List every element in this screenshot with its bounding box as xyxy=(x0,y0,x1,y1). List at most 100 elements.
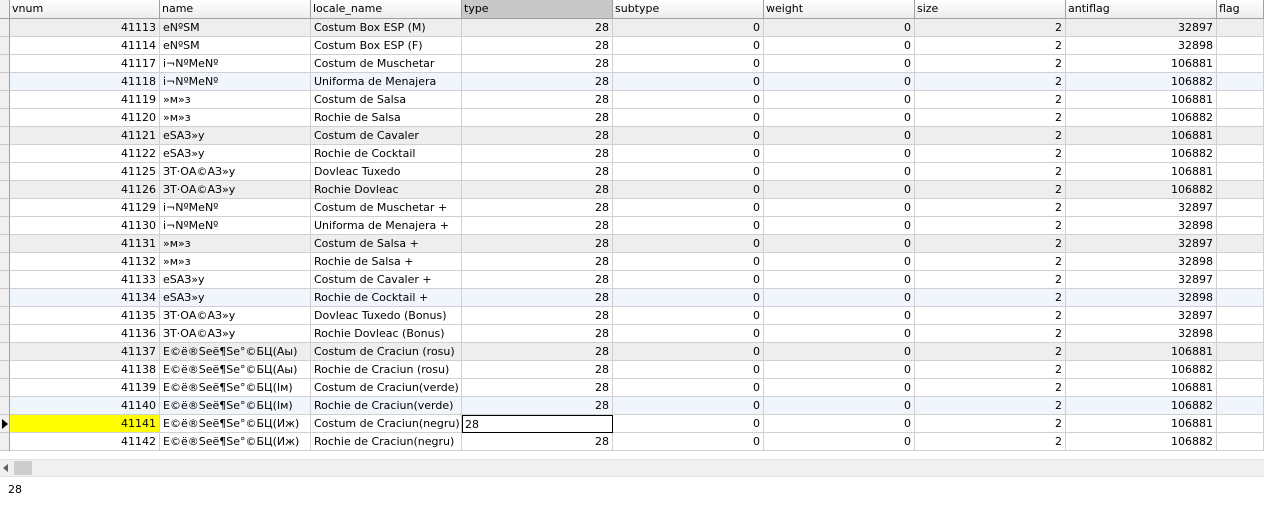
cell-subtype[interactable]: 0 xyxy=(613,289,764,307)
cell-name[interactable]: »м»з xyxy=(160,91,311,109)
cell-type[interactable]: 28 xyxy=(462,145,613,163)
cell-size[interactable]: 2 xyxy=(915,289,1066,307)
cell-subtype[interactable]: 0 xyxy=(613,19,764,37)
cell-name[interactable]: Е©ё®Sеё¶Sе°©БЦ(Ім) xyxy=(160,379,311,397)
cell-vnum[interactable]: 41118 xyxy=(10,73,160,91)
table-row[interactable]: 41122 еSАЗ»у Rochie de Cocktail 28 0 0 2 106882 xyxy=(0,145,1264,163)
cell-vnum[interactable]: 41120 xyxy=(10,109,160,127)
cell-size[interactable]: 2 xyxy=(915,235,1066,253)
cell-weight[interactable]: 0 xyxy=(764,289,915,307)
cell-locale-name[interactable]: Rochie de Craciun(verde) xyxy=(311,397,462,415)
cell-flag[interactable] xyxy=(1217,127,1264,145)
cell-subtype[interactable]: 0 xyxy=(613,145,764,163)
column-header-size[interactable]: size xyxy=(915,0,1066,18)
row-indicator[interactable] xyxy=(0,181,10,199)
cell-name[interactable]: Е©ё®Sеё¶Sе°©БЦ(Иж) xyxy=(160,433,311,451)
table-row[interactable]: 41119 »м»з Costum de Salsa 28 0 0 2 106881 xyxy=(0,91,1264,109)
table-row[interactable]: 41120 »м»з Rochie de Salsa 28 0 0 2 106882 xyxy=(0,109,1264,127)
cell-flag[interactable] xyxy=(1217,217,1264,235)
cell-locale-name[interactable]: Rochie de Salsa xyxy=(311,109,462,127)
cell-subtype[interactable]: 0 xyxy=(613,397,764,415)
cell-size[interactable]: 2 xyxy=(915,37,1066,55)
cell-type[interactable]: 28 xyxy=(462,199,613,217)
cell-flag[interactable] xyxy=(1217,55,1264,73)
column-header-type[interactable]: type xyxy=(462,0,613,18)
cell-size[interactable]: 2 xyxy=(915,343,1066,361)
cell-name[interactable]: ЗТ·ОА©АЗ»у xyxy=(160,163,311,181)
cell-locale-name[interactable]: Costum de Cavaler xyxy=(311,127,462,145)
cell-weight[interactable]: 0 xyxy=(764,217,915,235)
cell-flag[interactable] xyxy=(1217,307,1264,325)
cell-name[interactable]: »м»з xyxy=(160,235,311,253)
cell-subtype[interactable]: 0 xyxy=(613,325,764,343)
cell-antiflag[interactable]: 32898 xyxy=(1066,289,1217,307)
cell-subtype[interactable]: 0 xyxy=(613,361,764,379)
cell-antiflag[interactable]: 106882 xyxy=(1066,397,1217,415)
cell-vnum[interactable]: 41132 xyxy=(10,253,160,271)
cell-antiflag[interactable]: 106882 xyxy=(1066,361,1217,379)
cell-antiflag[interactable]: 106881 xyxy=(1066,127,1217,145)
cell-weight[interactable]: 0 xyxy=(764,181,915,199)
cell-vnum[interactable]: 41122 xyxy=(10,145,160,163)
cell-type[interactable]: 28 xyxy=(462,379,613,397)
row-indicator[interactable] xyxy=(0,379,10,397)
cell-antiflag[interactable]: 106881 xyxy=(1066,379,1217,397)
cell-name[interactable]: еSАЗ»у xyxy=(160,145,311,163)
cell-flag[interactable] xyxy=(1217,181,1264,199)
cell-weight[interactable]: 0 xyxy=(764,91,915,109)
column-header-weight[interactable]: weight xyxy=(764,0,915,18)
cell-type[interactable]: 28 xyxy=(462,397,613,415)
cell-name[interactable]: Е©ё®Sеё¶Sе°©БЦ(Ім) xyxy=(160,397,311,415)
cell-type[interactable]: 28 xyxy=(462,91,613,109)
cell-weight[interactable]: 0 xyxy=(764,433,915,451)
cell-size[interactable]: 2 xyxy=(915,91,1066,109)
column-header-locale-name[interactable]: locale_name xyxy=(311,0,462,18)
cell-subtype[interactable]: 0 xyxy=(613,37,764,55)
cell-flag[interactable] xyxy=(1217,145,1264,163)
cell-subtype[interactable]: 0 xyxy=(613,73,764,91)
table-row[interactable]: 41118 і¬NºМеNº Uniforma de Menajera 28 0 0 2 10… xyxy=(0,73,1264,91)
cell-antiflag[interactable]: 32897 xyxy=(1066,19,1217,37)
row-indicator[interactable] xyxy=(0,271,10,289)
column-header-antiflag[interactable]: antiflag xyxy=(1066,0,1217,18)
cell-flag[interactable] xyxy=(1217,253,1264,271)
cell-vnum[interactable]: 41140 xyxy=(10,397,160,415)
cell-name[interactable]: і¬NºМеNº xyxy=(160,55,311,73)
table-row[interactable]: 41125 ЗТ·ОА©АЗ»у Dovleac Tuxedo 28 0 0 2 106881 xyxy=(0,163,1264,181)
row-indicator[interactable] xyxy=(0,289,10,307)
cell-subtype[interactable]: 0 xyxy=(613,235,764,253)
cell-name[interactable]: »м»з xyxy=(160,109,311,127)
cell-locale-name[interactable]: Costum de Craciun(negru) xyxy=(311,415,462,433)
cell-type[interactable]: 28 xyxy=(462,307,613,325)
cell-flag[interactable] xyxy=(1217,109,1264,127)
cell-type[interactable]: 28 xyxy=(462,19,613,37)
cell-size[interactable]: 2 xyxy=(915,19,1066,37)
cell-flag[interactable] xyxy=(1217,235,1264,253)
row-indicator[interactable] xyxy=(0,397,10,415)
cell-locale-name[interactable]: Costum Box ESP (F) xyxy=(311,37,462,55)
cell-size[interactable]: 2 xyxy=(915,307,1066,325)
column-header-flag[interactable]: flag xyxy=(1217,0,1264,18)
cell-locale-name[interactable]: Costum Box ESP (M) xyxy=(311,19,462,37)
row-indicator[interactable] xyxy=(0,307,10,325)
table-row[interactable]: 41117 і¬NºМеNº Costum de Muschetar 28 0 0 2 106… xyxy=(0,55,1264,73)
cell-antiflag[interactable]: 106881 xyxy=(1066,55,1217,73)
cell-name[interactable]: ЗТ·ОА©АЗ»у xyxy=(160,307,311,325)
cell-size[interactable]: 2 xyxy=(915,55,1066,73)
cell-size[interactable]: 2 xyxy=(915,415,1066,433)
table-row[interactable]: 41134 еSАЗ»у Rochie de Cocktail +28 0 0 2 3289… xyxy=(0,289,1264,307)
row-indicator[interactable] xyxy=(0,109,10,127)
cell-flag[interactable] xyxy=(1217,19,1264,37)
row-indicator[interactable] xyxy=(0,145,10,163)
row-indicator[interactable] xyxy=(0,253,10,271)
cell-size[interactable]: 2 xyxy=(915,217,1066,235)
cell-locale-name[interactable]: Costum de Salsa xyxy=(311,91,462,109)
cell-type[interactable]: 28 xyxy=(462,37,613,55)
chevron-left-icon[interactable] xyxy=(3,464,8,472)
cell-subtype[interactable]: 0 xyxy=(613,109,764,127)
cell-type[interactable]: 28 xyxy=(462,289,613,307)
cell-type[interactable]: 28 xyxy=(462,217,613,235)
cell-vnum[interactable]: 41119 xyxy=(10,91,160,109)
cell-subtype[interactable]: 0 xyxy=(613,415,764,433)
cell-locale-name[interactable]: Dovleac Tuxedo xyxy=(311,163,462,181)
